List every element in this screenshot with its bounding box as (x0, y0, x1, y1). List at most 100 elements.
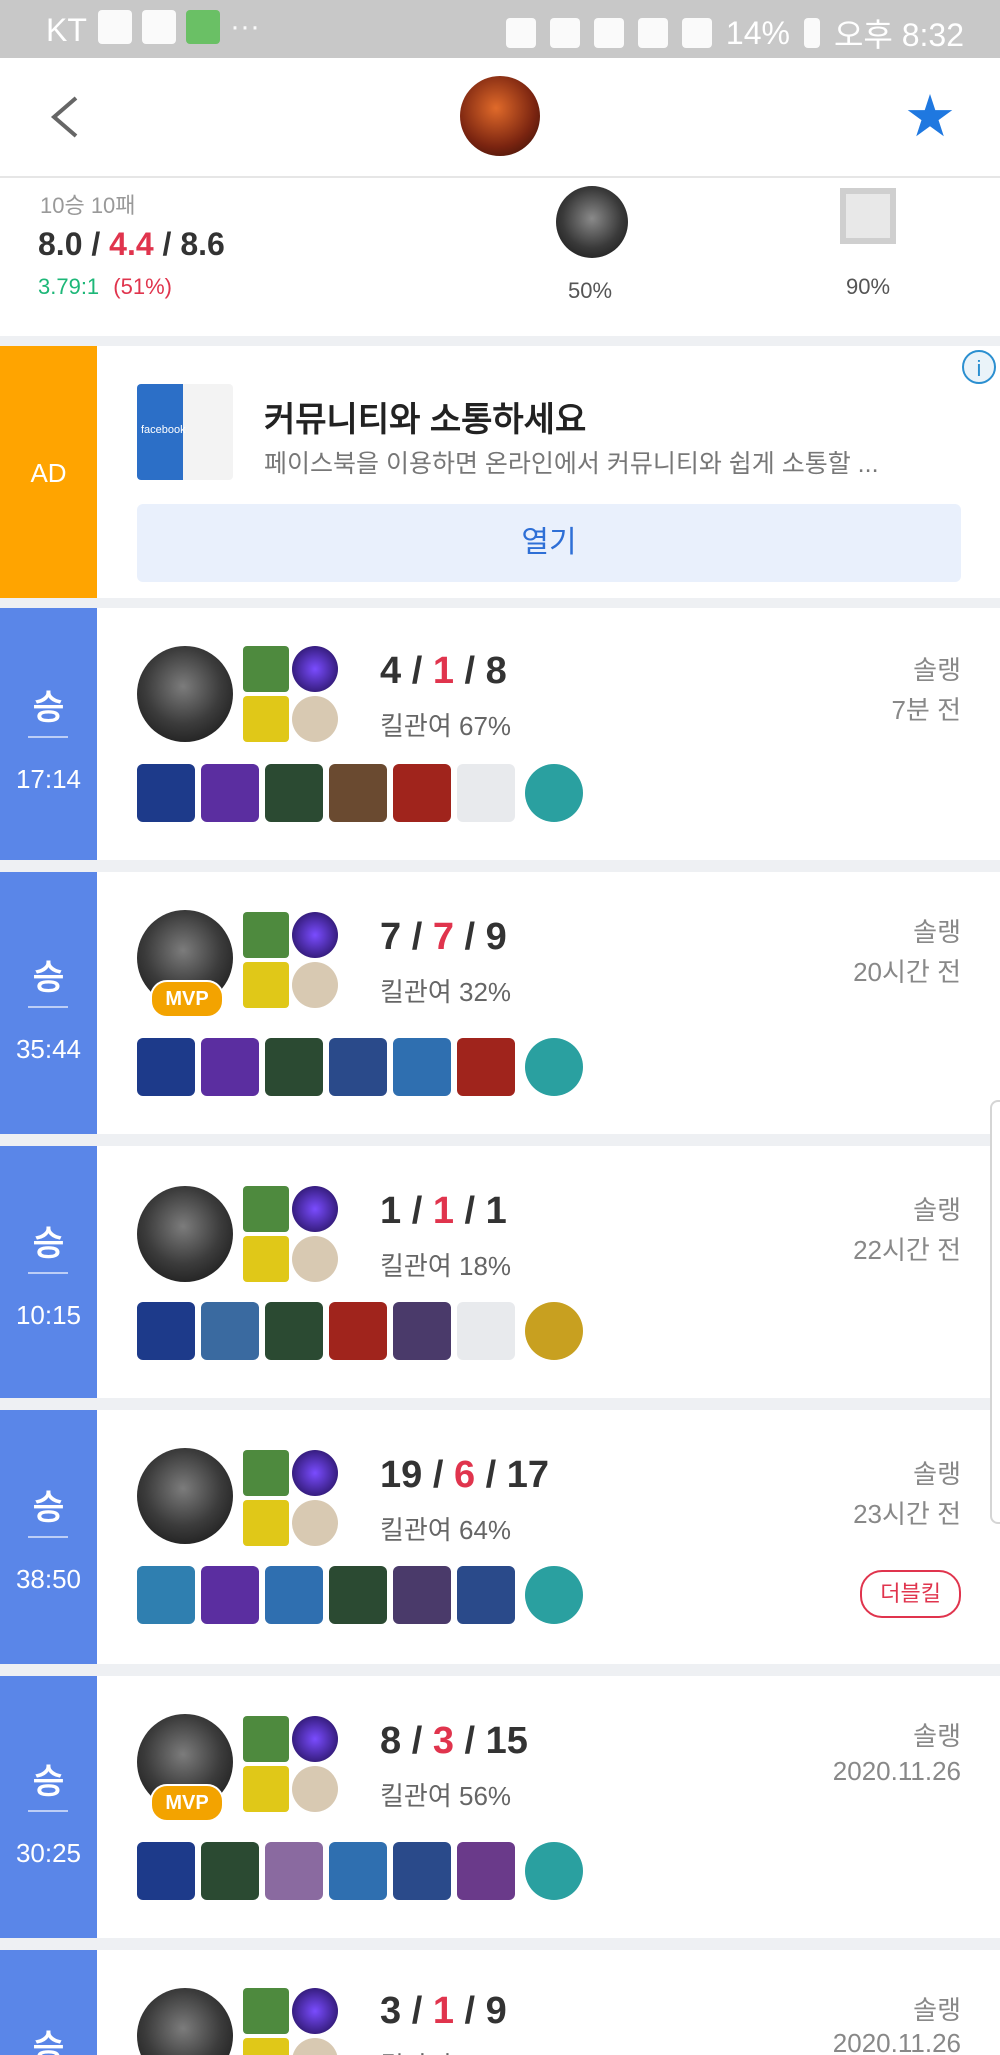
flash-spell-icon (243, 962, 289, 1008)
rune-icon (292, 912, 338, 958)
mvp-badge: MVP (150, 980, 224, 1018)
back-arrow-icon[interactable] (46, 94, 86, 140)
item-icon (329, 1842, 387, 1900)
item-icon (201, 1038, 259, 1096)
kill-participation: 킬관여 64% (380, 1515, 512, 1545)
summoner-spell-icon (243, 1186, 289, 1232)
empty-item-slot (457, 1302, 515, 1360)
secondary-rune-icon (292, 962, 338, 1008)
item-row (137, 764, 583, 822)
wifi-icon (637, 18, 668, 48)
time-ago: 23시간 전 (853, 1499, 961, 1529)
flash-spell-icon (243, 1236, 289, 1282)
rune-icon (292, 1716, 338, 1762)
match-card[interactable]: 승 17:14 4 / 1 / 8 킬관여 67% 솔랭 7분 전 (0, 608, 1000, 860)
clock: 오후 8:32 (833, 17, 964, 53)
scroll-handle[interactable] (990, 1100, 1000, 1524)
app-icon (186, 10, 220, 44)
alarm-icon (593, 18, 624, 48)
average-kda: 8.0 / 4.4 / 8.6 (38, 226, 225, 262)
time-ago: 20시간 전 (853, 957, 961, 987)
flash-spell-icon (243, 2038, 289, 2055)
divider (28, 1272, 68, 1274)
game-duration: 30:25 (15, 1838, 82, 1868)
kill-participation: 킬관여 56% (380, 1781, 512, 1811)
time-ago: 7분 전 (891, 695, 961, 725)
item-icon (201, 1302, 259, 1360)
time-ago: 2020.11.26 (832, 1756, 961, 1786)
time-ago: 2020.11.26 (832, 2028, 961, 2055)
win-loss-record: 10승 10패 (40, 193, 136, 218)
bluetooth-icon (505, 18, 536, 48)
item-icon (393, 1842, 451, 1900)
queue-type: 솔랭 (913, 1721, 961, 1751)
result-label: 승 (32, 1225, 65, 1263)
kill-participation: 킬관여 67% (380, 711, 512, 741)
rune-icon (292, 1186, 338, 1232)
match-card[interactable]: 승 38:50 19 / 6 / 17 킬관여 64% 솔랭 23시간 전 더블… (0, 1410, 1000, 1664)
summoner-spell-icon (243, 646, 289, 692)
flash-spell-icon (243, 1500, 289, 1546)
divider (28, 1536, 68, 1538)
match-card[interactable]: 승 10:15 1 / 1 / 1 킬관여 18% 솔랭 22시간 전 (0, 1146, 1000, 1398)
result-strip: 승 30:25 (0, 1676, 97, 1938)
ad-label-strip: AD (0, 346, 97, 598)
trinket-icon (525, 1302, 583, 1360)
result-label: 승 (32, 1489, 65, 1527)
kill-participation: 킬관여 18% (380, 1251, 512, 1281)
item-icon (265, 764, 323, 822)
result-label: 승 (32, 959, 65, 997)
ad-open-button[interactable]: 열기 (137, 504, 961, 582)
result-label: 승 (32, 1763, 65, 1801)
item-icon (201, 1842, 259, 1900)
flash-spell-icon (243, 696, 289, 742)
result-strip: 승 10:15 (0, 1146, 97, 1398)
ad-label: AD (30, 458, 67, 488)
match-kda: 7 / 7 / 9 (380, 916, 507, 958)
result-strip: 승 (0, 1950, 97, 2055)
queue-type: 솔랭 (913, 917, 961, 947)
secondary-rune-icon (292, 696, 338, 742)
match-card[interactable]: 승 35:44 MVP 7 / 7 / 9 킬관여 32% 솔랭 20시간 전 (0, 872, 1000, 1134)
ad-card[interactable]: AD facebook 커뮤니티와 소통하세요 페이스북을 이용하면 온라인에서… (0, 346, 1000, 598)
kill-participation: 킬관여 (380, 2046, 452, 2055)
champion-avatar (137, 1186, 233, 1282)
summoner-spell-icon (243, 1450, 289, 1496)
trinket-icon (525, 764, 583, 822)
game-duration: 35:44 (15, 1034, 82, 1064)
game-duration: 17:14 (15, 764, 82, 794)
star-icon[interactable]: ★ (904, 88, 956, 146)
item-icon (393, 764, 451, 822)
info-icon[interactable]: i (962, 350, 996, 384)
item-icon (393, 1038, 451, 1096)
battery-percent: 14% (725, 14, 790, 51)
status-bar: KT ··· 14% 오후 8:32 (0, 0, 1000, 58)
empty-item-slot (457, 764, 515, 822)
item-row (137, 1842, 583, 1900)
item-icon (137, 1842, 195, 1900)
divider (28, 1810, 68, 1812)
item-row (137, 1302, 583, 1360)
champion-avatar (137, 1448, 233, 1544)
rune-icon (292, 1450, 338, 1496)
item-icon (393, 1302, 451, 1360)
rune-icon (292, 646, 338, 692)
position-icon (840, 188, 896, 244)
queue-type: 솔랭 (913, 1995, 961, 2025)
ad-title: 커뮤니티와 소통하세요 (264, 401, 587, 439)
flash-spell-icon (243, 1766, 289, 1812)
stats-summary: 10승 10패 8.0 / 4.4 / 8.6 3.79:1 (51%) 50%… (0, 178, 1000, 336)
ad-description: 페이스북을 이용하면 온라인에서 커뮤니티와 쉽게 소통할 ... (264, 450, 879, 478)
match-card[interactable]: 승 3 / 1 / 9 킬관여 솔랭 2020.11.26 (0, 1950, 1000, 2055)
battery-icon (803, 18, 820, 48)
divider (28, 736, 68, 738)
summoner-spell-icon (243, 1988, 289, 2034)
link-icon (98, 10, 132, 44)
facebook-logo: facebook (137, 384, 233, 480)
item-icon (457, 1566, 515, 1624)
champion-avatar (137, 1988, 233, 2055)
kda-ratio: 3.79:1 (51%) (38, 274, 172, 299)
time-ago: 22시간 전 (853, 1235, 961, 1265)
match-card[interactable]: 승 30:25 MVP 8 / 3 / 15 킬관여 56% 솔랭 2020.1… (0, 1676, 1000, 1938)
more-notifications-icon: ··· (230, 10, 260, 43)
